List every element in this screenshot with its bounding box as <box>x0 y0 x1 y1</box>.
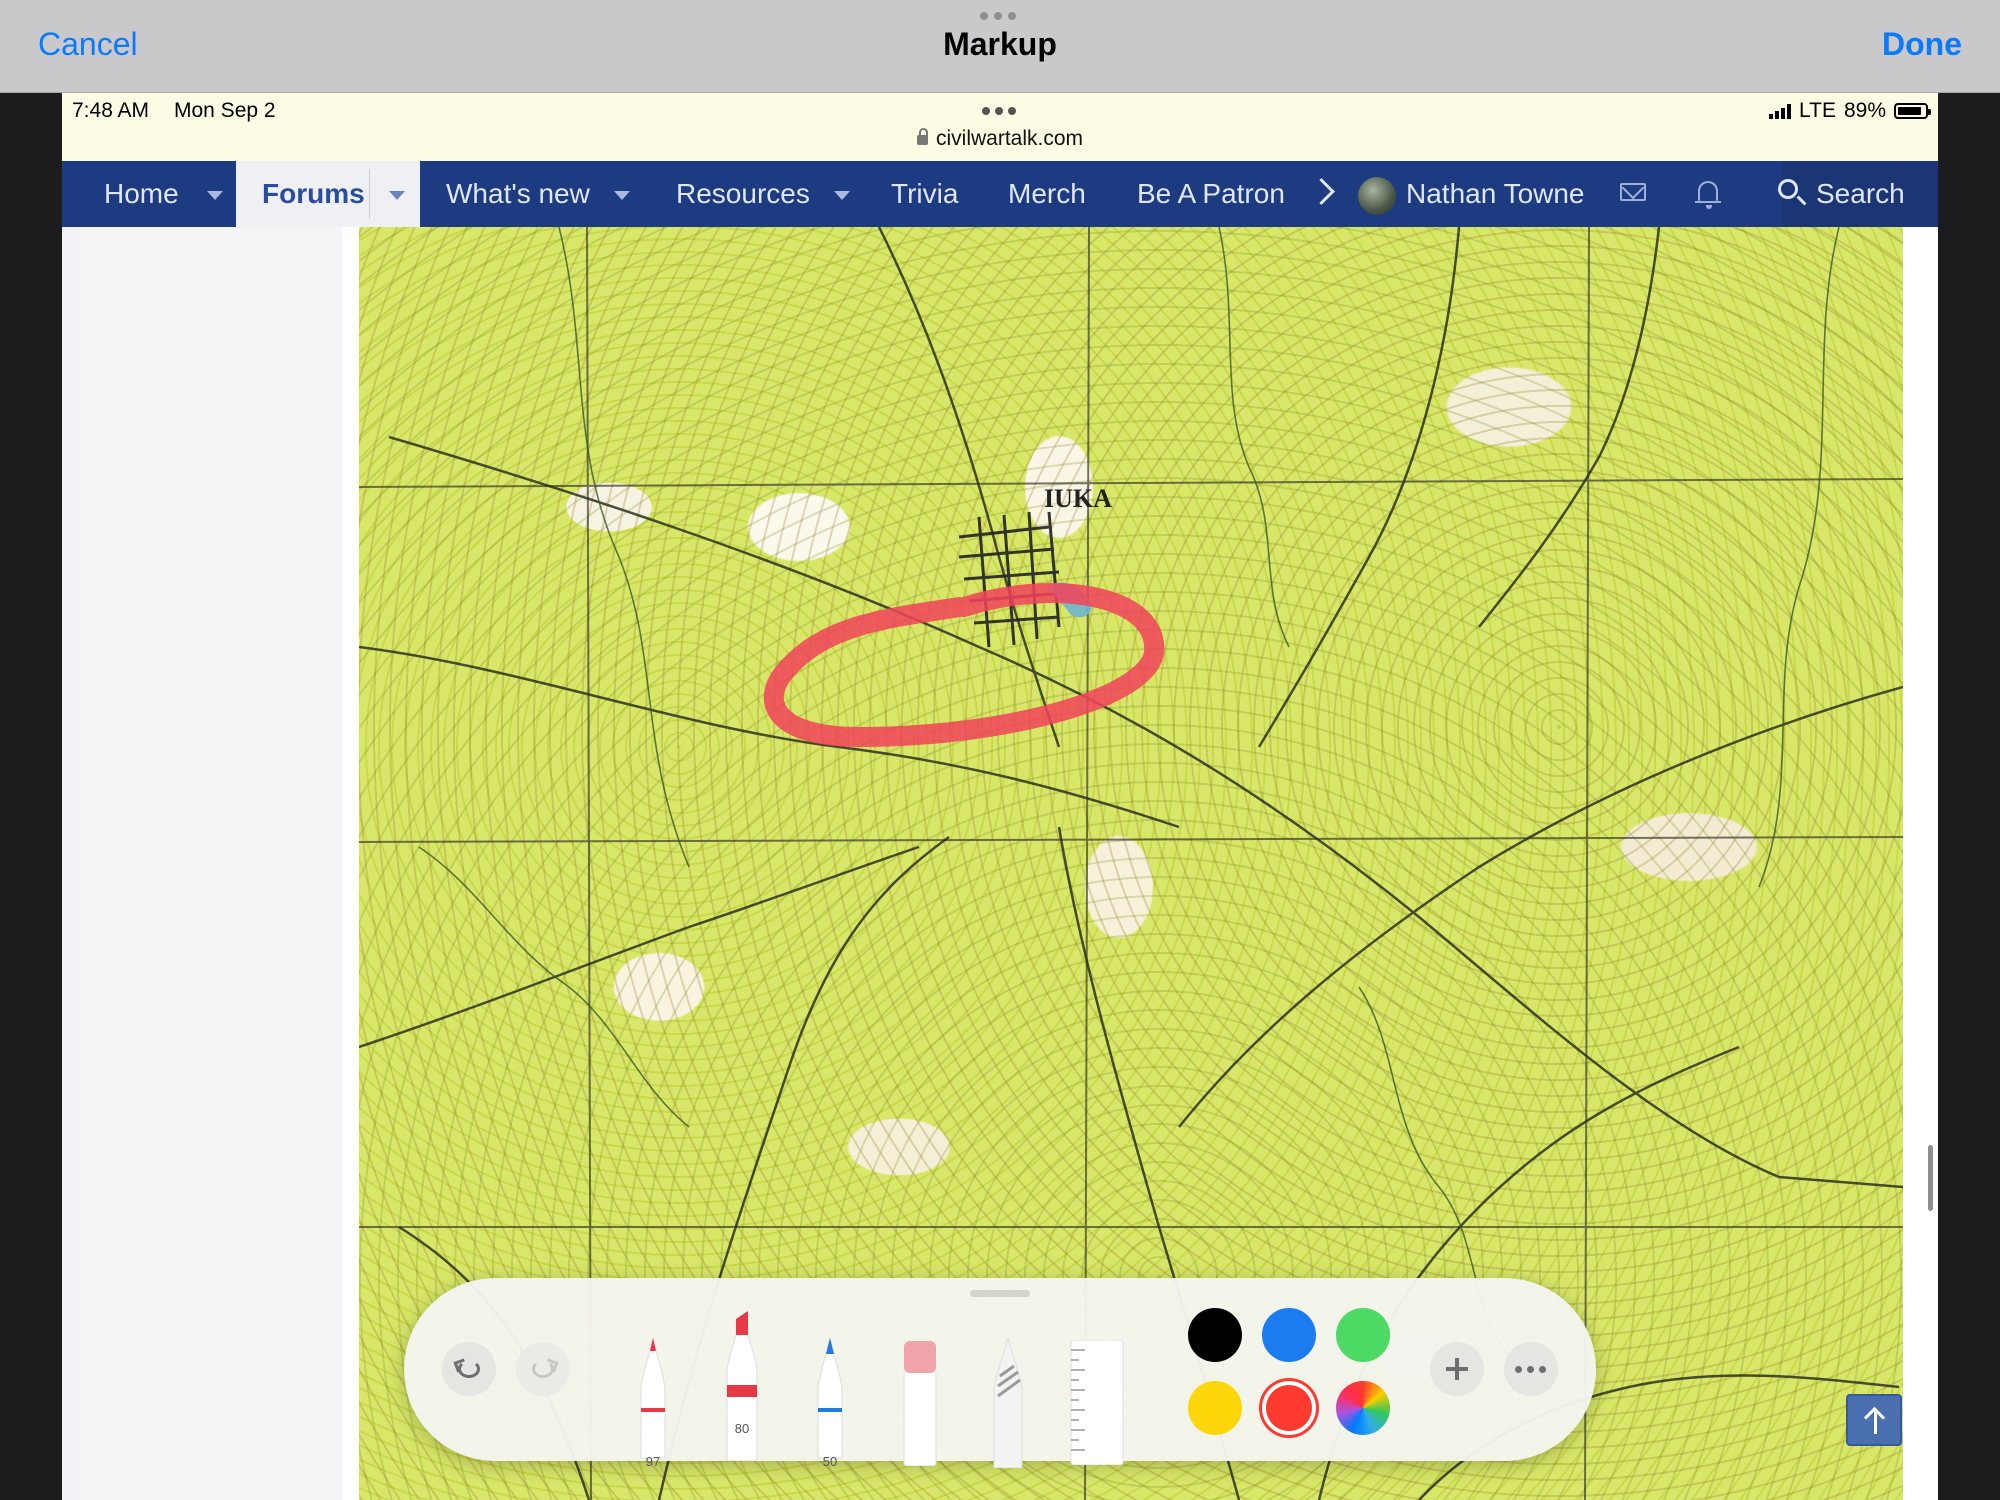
eraser-tool[interactable] <box>900 1341 940 1471</box>
window-grabber-icon[interactable] <box>980 12 1016 20</box>
nav-whats-new-label: What's new <box>446 178 590 209</box>
map-town-label: IUKA <box>1044 484 1112 513</box>
plus-icon <box>1446 1358 1468 1380</box>
search-label: Search <box>1816 178 1905 209</box>
forum-navigation: Home Forums What's new Resources Trivia … <box>62 161 1938 227</box>
nav-merch[interactable]: Merch <box>1008 161 1086 227</box>
battery-fill <box>1898 107 1921 115</box>
nav-whats-new[interactable]: What's new <box>446 161 630 227</box>
pen-icon <box>640 1337 666 1459</box>
search-icon[interactable] <box>1778 179 1798 199</box>
add-shape-button[interactable] <box>1430 1342 1484 1396</box>
markup-toolbar: Cancel Markup Done <box>0 0 2000 93</box>
pen-opacity: 97 <box>645 1454 661 1469</box>
lasso-tool[interactable] <box>988 1336 1028 1469</box>
marker-icon <box>726 1311 758 1462</box>
network-type: LTE <box>1799 99 1836 122</box>
nav-resources-label: Resources <box>676 178 810 209</box>
ios-status-bar: 7:48 AM Mon Sep 2 civilwartalk.com LTE 8… <box>62 93 1938 161</box>
undo-button[interactable] <box>442 1342 496 1396</box>
nav-trivia[interactable]: Trivia <box>891 161 958 227</box>
lock-icon <box>916 128 928 145</box>
markup-tool-palette: 97 80 50 <box>404 1278 1596 1469</box>
color-red-selected[interactable] <box>1262 1381 1316 1435</box>
redo-button[interactable] <box>516 1342 570 1396</box>
nav-patron-label: Be A Patron <box>1137 178 1285 209</box>
undo-icon <box>458 1360 480 1378</box>
chevron-down-icon[interactable] <box>833 191 850 201</box>
marker-tool[interactable]: 80 <box>722 1311 762 1462</box>
pencil-icon <box>817 1337 843 1459</box>
chevron-right-icon[interactable] <box>1308 178 1335 205</box>
nav-home-label: Home <box>104 178 179 209</box>
multitasking-dots-icon <box>982 107 1016 115</box>
nav-home[interactable]: Home <box>104 161 223 227</box>
done-button[interactable]: Done <box>1882 26 1962 63</box>
more-icon <box>1515 1366 1546 1373</box>
ruler-tool[interactable] <box>1067 1339 1124 1470</box>
redo-icon <box>532 1360 554 1378</box>
nav-merch-label: Merch <box>1008 178 1086 209</box>
cellular-signal-icon <box>1769 103 1791 119</box>
user-name: Nathan Towne <box>1406 178 1585 209</box>
scroll-to-top-button[interactable] <box>1846 1394 1902 1446</box>
more-options-button[interactable] <box>1504 1342 1558 1396</box>
palette-drag-handle[interactable] <box>970 1290 1030 1297</box>
nav-forums-label: Forums <box>262 178 365 209</box>
status-time: 7:48 AM <box>72 99 150 122</box>
battery-icon <box>1894 103 1931 119</box>
nav-resources[interactable]: Resources <box>676 161 850 227</box>
nav-user[interactable]: Nathan Towne <box>1358 161 1585 227</box>
avatar <box>1358 176 1396 215</box>
nav-forums[interactable]: Forums <box>236 161 420 227</box>
eraser-icon <box>903 1341 937 1467</box>
red-annotation-ellipse[interactable] <box>763 583 1165 747</box>
battery-percent: 89% <box>1843 99 1886 122</box>
address-bar: civilwartalk.com <box>62 127 1938 151</box>
chevron-down-icon[interactable] <box>206 191 223 201</box>
ruler-icon <box>1070 1339 1124 1466</box>
color-wheel-icon[interactable] <box>1336 1381 1390 1435</box>
scroll-indicator[interactable] <box>1928 1145 1933 1211</box>
pencil-tool[interactable]: 50 <box>810 1337 850 1469</box>
mail-icon[interactable] <box>1620 183 1646 201</box>
chevron-down-icon[interactable] <box>388 191 405 201</box>
status-date: Mon Sep 2 <box>174 99 276 122</box>
nav-trivia-label: Trivia <box>891 178 959 209</box>
status-indicators: LTE 89% <box>1769 99 1931 123</box>
marker-opacity: 80 <box>734 1421 750 1436</box>
lasso-icon <box>993 1336 1023 1469</box>
url-text: civilwartalk.com <box>935 127 1084 150</box>
markup-title: Markup <box>943 26 1057 62</box>
left-sidebar <box>80 227 343 1500</box>
nav-divider <box>369 169 370 219</box>
bell-icon[interactable] <box>1695 181 1721 209</box>
pencil-opacity: 50 <box>822 1454 838 1469</box>
chevron-down-icon[interactable] <box>613 191 630 201</box>
nav-be-a-patron[interactable]: Be A Patron <box>1137 161 1285 227</box>
arrow-up-icon <box>1874 1410 1877 1434</box>
color-green[interactable] <box>1336 1308 1390 1362</box>
search-button[interactable]: Search <box>1816 161 1905 227</box>
color-yellow[interactable] <box>1188 1381 1242 1435</box>
color-black[interactable] <box>1188 1308 1242 1362</box>
color-blue[interactable] <box>1262 1308 1316 1362</box>
pen-tool[interactable]: 97 <box>633 1337 673 1469</box>
